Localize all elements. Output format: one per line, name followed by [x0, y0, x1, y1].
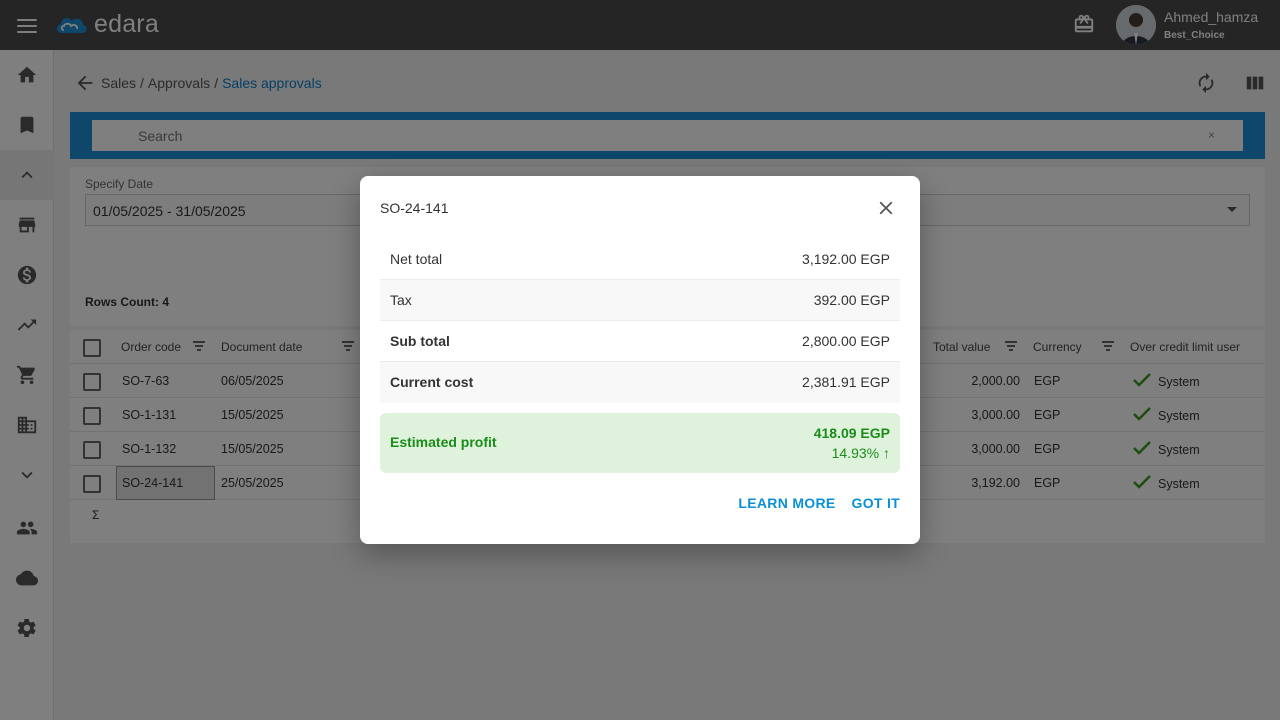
estimated-profit-label: Estimated profit — [390, 434, 497, 450]
estimated-profit-box: Estimated profit 418.09 EGP 14.93% ↑ — [380, 413, 900, 473]
got-it-button[interactable]: GOT IT — [852, 495, 900, 511]
estimated-profit-amount: 418.09 EGP — [813, 425, 890, 441]
summary-value: 3,192.00 EGP — [802, 251, 890, 267]
summary-row-current-cost: Current cost 2,381.91 EGP — [380, 362, 900, 403]
summary-label: Sub total — [390, 333, 450, 349]
dialog-actions: LEARN MORE GOT IT — [738, 495, 900, 511]
summary-table: Net total 3,192.00 EGP Tax 392.00 EGP Su… — [380, 239, 900, 403]
summary-row-tax: Tax 392.00 EGP — [380, 280, 900, 321]
learn-more-button[interactable]: LEARN MORE — [738, 495, 835, 511]
close-icon[interactable] — [875, 197, 897, 219]
dialog-title: SO-24-141 — [380, 200, 449, 216]
summary-row-net-total: Net total 3,192.00 EGP — [380, 239, 900, 280]
summary-label: Tax — [390, 292, 412, 308]
summary-label: Current cost — [390, 374, 474, 390]
summary-row-sub-total: Sub total 2,800.00 EGP — [380, 321, 900, 362]
estimated-profit-percent: 14.93% ↑ — [831, 445, 890, 461]
summary-value: 2,381.91 EGP — [802, 374, 890, 390]
summary-label: Net total — [390, 251, 443, 267]
summary-value: 2,800.00 EGP — [802, 333, 890, 349]
summary-value: 392.00 EGP — [813, 292, 890, 308]
profit-dialog: SO-24-141 Net total 3,192.00 EGP Tax 392… — [360, 176, 920, 544]
